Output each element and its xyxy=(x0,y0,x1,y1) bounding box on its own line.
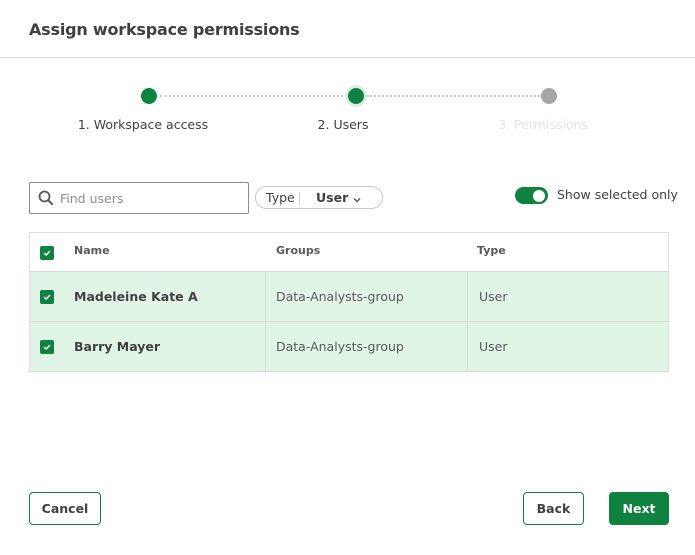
column-divider xyxy=(265,272,266,321)
dialog-header: Assign workspace permissions xyxy=(0,0,695,58)
show-selected-toggle[interactable] xyxy=(515,187,548,204)
step-connector xyxy=(160,95,347,97)
toggle-knob xyxy=(533,189,545,202)
step-1-label: 1. Workspace access xyxy=(77,117,209,132)
stepper: 1. Workspace access 2. Users 3. Permissi… xyxy=(0,84,695,144)
back-button[interactable]: Back xyxy=(523,492,584,525)
table-row[interactable]: Barry Mayer Data-Analysts-group User xyxy=(30,322,668,372)
cell-groups: Data-Analysts-group xyxy=(276,339,404,354)
checkmark-icon xyxy=(43,344,51,351)
type-filter-divider xyxy=(299,192,300,205)
cell-type: User xyxy=(479,339,508,354)
table-row[interactable]: Madeleine Kate A Data-Analysts-group Use… xyxy=(30,272,668,322)
type-filter-value: User xyxy=(316,190,349,205)
column-divider xyxy=(467,272,468,321)
cell-name: Madeleine Kate A xyxy=(74,289,198,304)
column-divider xyxy=(467,322,468,371)
step-3-label: 3. Permissions xyxy=(498,117,588,132)
cell-groups: Data-Analysts-group xyxy=(276,289,404,304)
chevron-down-icon xyxy=(352,193,362,203)
step-2-label: 2. Users xyxy=(317,117,369,132)
step-1-indicator xyxy=(141,88,157,104)
step-3-indicator xyxy=(541,88,557,104)
row-checkbox[interactable] xyxy=(40,340,54,354)
column-header-name[interactable]: Name xyxy=(74,244,110,257)
search-input[interactable] xyxy=(60,183,245,213)
dialog-title: Assign workspace permissions xyxy=(29,20,300,39)
cell-name: Barry Mayer xyxy=(74,339,161,354)
type-filter-dropdown[interactable]: Type User xyxy=(255,186,383,209)
cell-type: User xyxy=(479,289,508,304)
checkmark-icon xyxy=(43,294,51,301)
search-box[interactable] xyxy=(29,182,249,214)
column-header-groups[interactable]: Groups xyxy=(276,244,320,257)
show-selected-label: Show selected only xyxy=(557,187,678,202)
table-header: Name Groups Type xyxy=(30,233,668,272)
type-filter-label: Type xyxy=(266,190,295,205)
cancel-button[interactable]: Cancel xyxy=(29,492,101,525)
step-connector xyxy=(367,95,540,97)
step-2-indicator xyxy=(348,88,364,104)
select-all-checkbox[interactable] xyxy=(40,246,54,260)
checkmark-icon xyxy=(43,250,51,257)
users-table: Name Groups Type Madeleine Kate A Data-A… xyxy=(29,232,669,372)
next-button[interactable]: Next xyxy=(609,492,669,525)
search-icon xyxy=(38,190,54,206)
column-header-type[interactable]: Type xyxy=(477,244,506,257)
column-divider xyxy=(265,322,266,371)
row-checkbox[interactable] xyxy=(40,290,54,304)
